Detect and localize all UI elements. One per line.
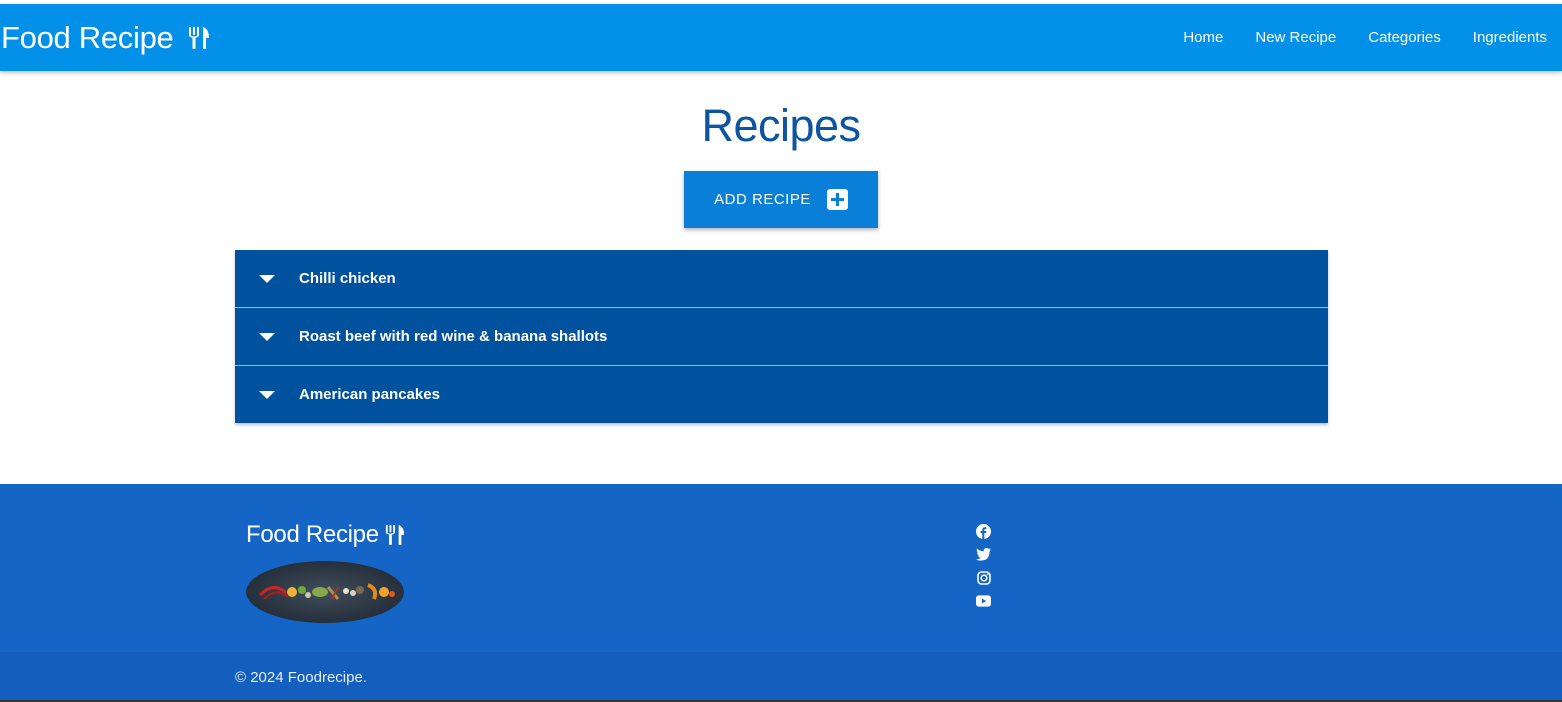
brand-link[interactable]: Food Recipe (0, 20, 210, 56)
recipe-item-chilli-chicken[interactable]: Chilli chicken (235, 250, 1328, 308)
caret-down-icon (259, 332, 275, 342)
caret-down-icon (259, 390, 275, 400)
utensils-icon (385, 524, 405, 546)
page-title: Recipes (701, 100, 861, 151)
instagram-icon[interactable] (976, 570, 991, 585)
recipe-item-roast-beef[interactable]: Roast beef with red wine & banana shallo… (235, 308, 1328, 366)
utensils-icon (188, 26, 210, 50)
youtube-icon[interactable] (976, 593, 991, 608)
twitter-icon[interactable] (976, 547, 991, 562)
add-recipe-label: ADD RECIPE (714, 191, 811, 208)
facebook-icon[interactable] (976, 524, 991, 539)
nav-link-home[interactable]: Home (1183, 29, 1223, 46)
plus-square-icon (826, 189, 848, 210)
nav-links: Home New Recipe Categories Ingredients (1151, 29, 1562, 46)
nav-link-new-recipe[interactable]: New Recipe (1255, 29, 1336, 46)
footer: Food Recipe (0, 484, 1562, 652)
recipe-title: Chilli chicken (299, 270, 396, 287)
recipe-accordion: Chilli chicken Roast beef with red wine … (235, 250, 1328, 423)
add-recipe-button[interactable]: ADD RECIPE (684, 171, 878, 228)
caret-down-icon (259, 274, 275, 284)
nav-link-categories[interactable]: Categories (1368, 29, 1441, 46)
nav-link-ingredients[interactable]: Ingredients (1473, 29, 1547, 46)
footer-brand: Food Recipe (246, 521, 405, 549)
top-navbar: Food Recipe Home New Recipe Categories I… (0, 4, 1562, 71)
social-links (976, 524, 991, 616)
copyright-bar: © 2024 Foodrecipe. (0, 652, 1562, 700)
recipe-title: Roast beef with red wine & banana shallo… (299, 328, 608, 345)
recipe-title: American pancakes (299, 386, 440, 403)
recipe-item-american-pancakes[interactable]: American pancakes (235, 366, 1328, 423)
copyright-text: © 2024 Foodrecipe. (235, 669, 367, 686)
footer-brand-name: Food Recipe (246, 521, 379, 548)
brand-name: Food Recipe (1, 19, 174, 55)
spices-logo-image (246, 561, 404, 623)
